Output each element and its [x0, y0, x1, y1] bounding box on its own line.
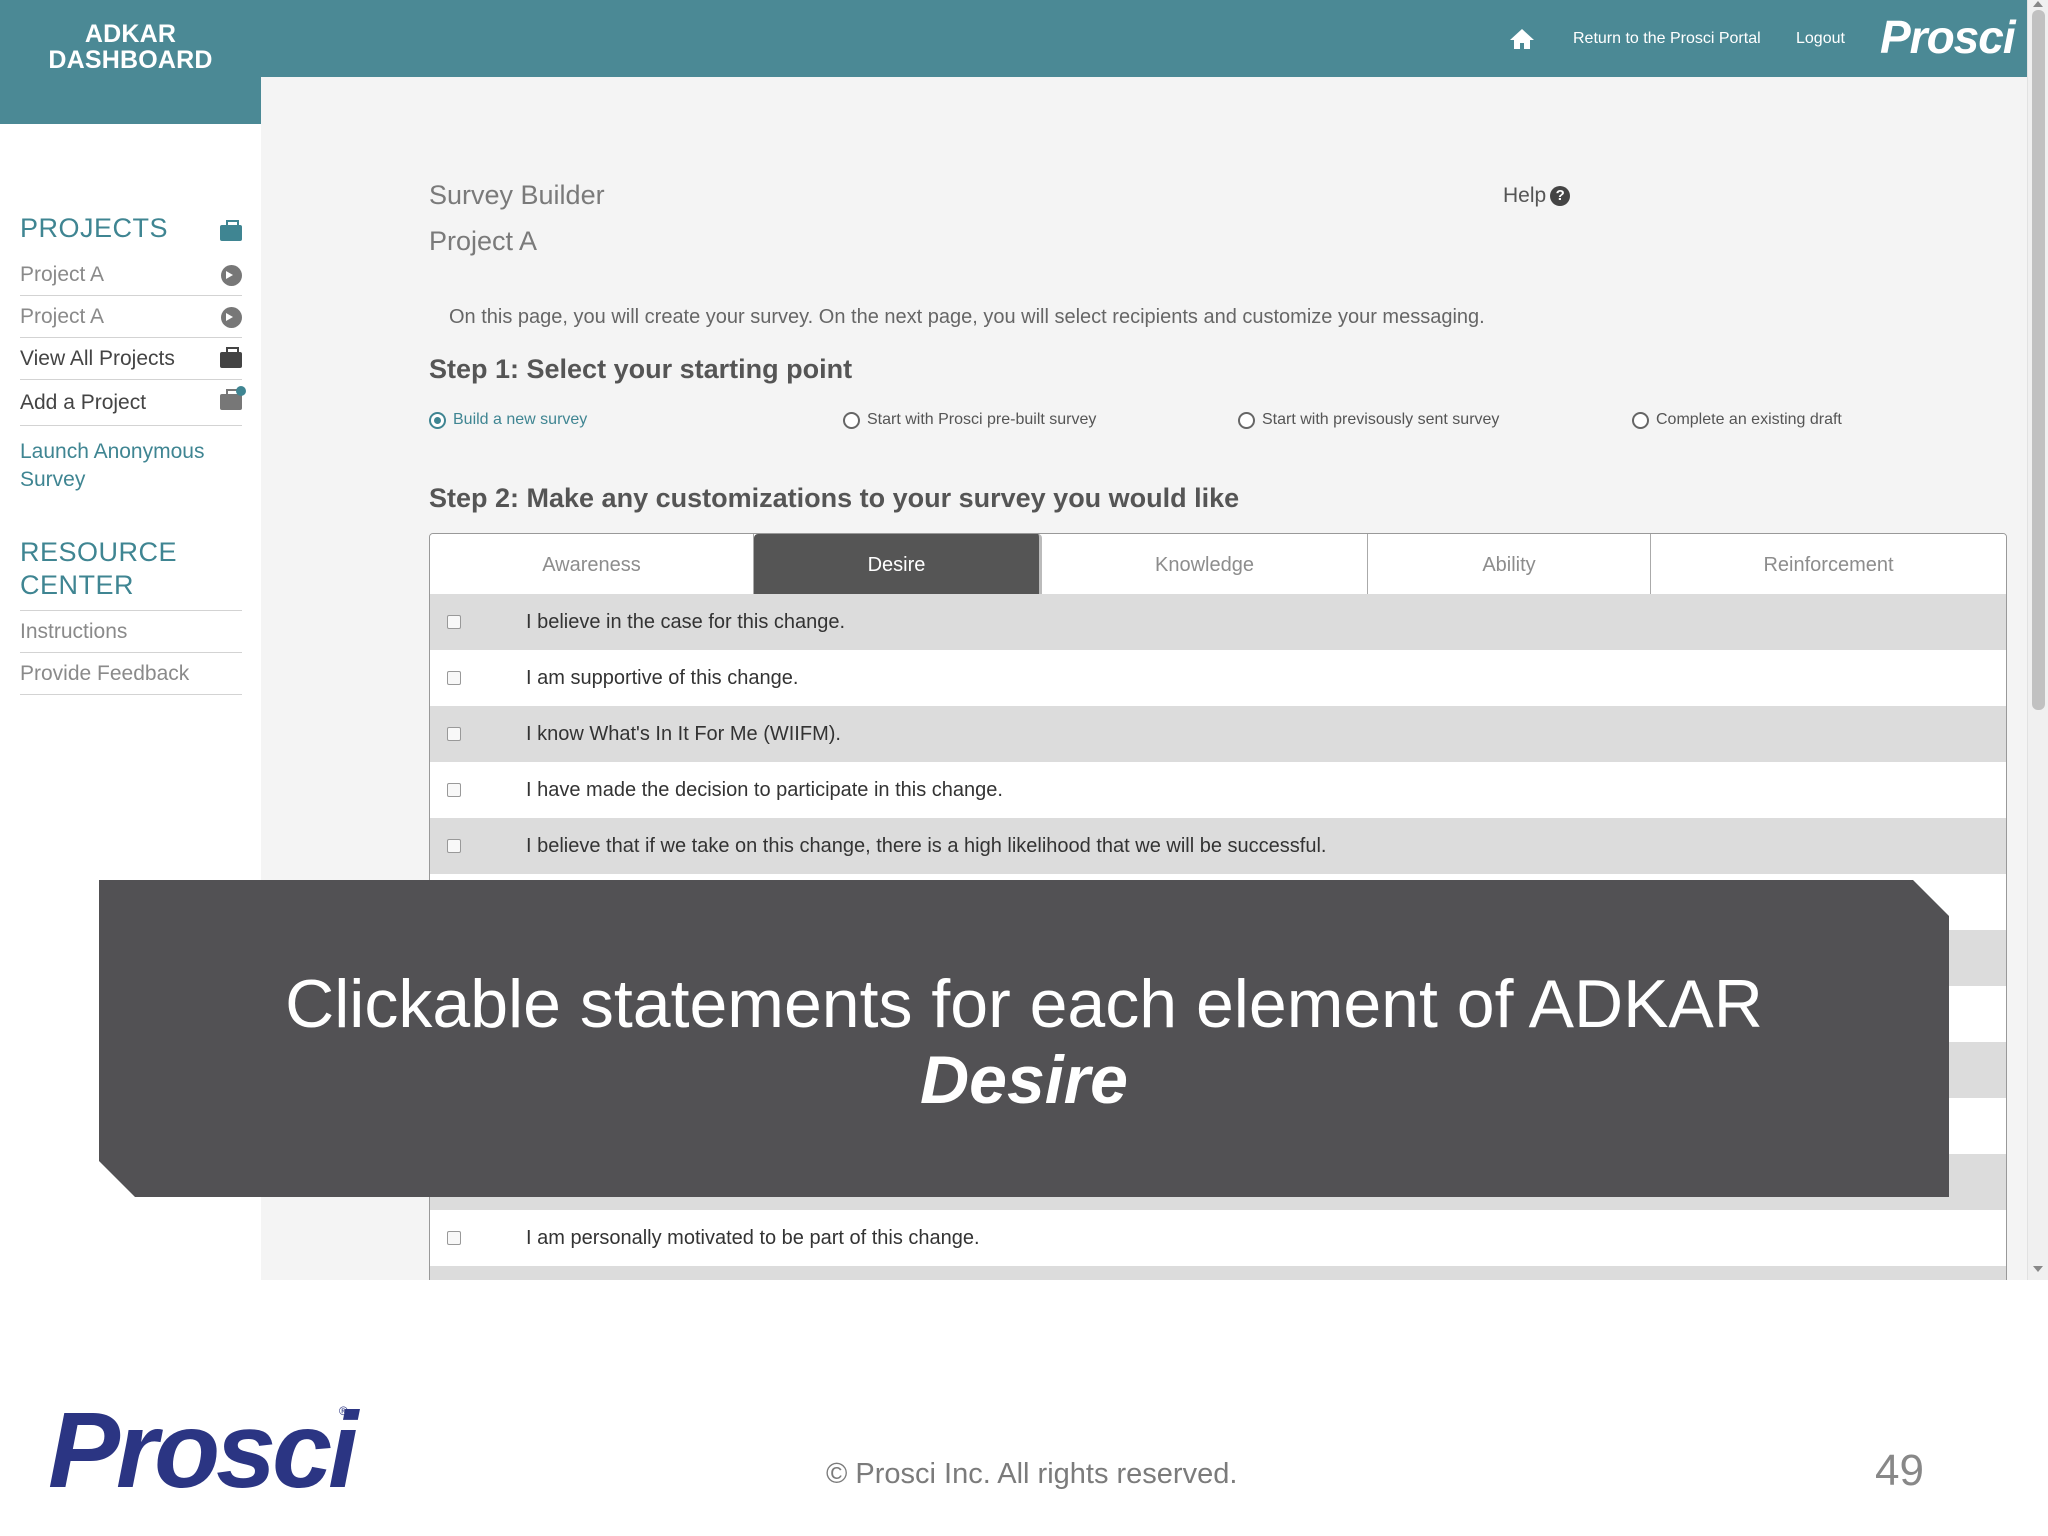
launch-anonymous-survey-link[interactable]: Launch Anonymous Survey: [20, 438, 242, 494]
tab-desire[interactable]: Desire: [754, 534, 1042, 594]
return-to-portal-link[interactable]: Return to the Prosci Portal: [1573, 0, 1761, 77]
sidebar-item-project-a-2[interactable]: Project A: [20, 296, 242, 338]
sidebar-item-label: Project A: [20, 263, 105, 286]
projects-heading-text: PROJECTS: [20, 213, 169, 243]
sidebar-item-label: Instructions: [20, 620, 128, 643]
registered-mark: ®: [339, 1404, 348, 1418]
briefcase-icon: [220, 220, 242, 241]
statement-text: I believe that if we take on this change…: [526, 834, 1327, 857]
statement-text: I know What's In It For Me (WIIFM).: [526, 722, 841, 745]
sidebar-item-add-project[interactable]: Add a Project: [20, 380, 246, 426]
statement-checkbox[interactable]: [447, 615, 461, 629]
sidebar-item-label: View All Projects: [20, 347, 175, 370]
adkar-tabs: Awareness Desire Knowledge Ability Reinf…: [430, 534, 2006, 594]
logout-link[interactable]: Logout: [1796, 0, 1845, 77]
radio-previously-sent-survey[interactable]: Start with previsously sent survey: [1238, 411, 1499, 429]
step-2-title: Step 2: Make any customizations to your …: [429, 483, 1240, 513]
circle-arrow-icon[interactable]: [221, 307, 242, 328]
statement-row[interactable]: I am supportive of this change.: [430, 650, 2006, 706]
radio-build-new-survey[interactable]: Build a new survey: [429, 411, 587, 429]
statement-checkbox[interactable]: [447, 839, 461, 853]
page-scrollbar[interactable]: [2027, 0, 2048, 1280]
resource-center-heading: RESOURCE CENTER: [20, 536, 242, 611]
sidebar-item-view-all-projects[interactable]: View All Projects: [20, 338, 242, 380]
radio-label: Start with Prosci pre-built survey: [867, 411, 1097, 428]
top-bar: Return to the Prosci Portal Logout Prosc…: [0, 0, 2027, 77]
sidebar-item-label: Add a Project: [20, 391, 147, 414]
tab-ability[interactable]: Ability: [1368, 534, 1651, 594]
statement-row[interactable]: I believe that if we take on this change…: [430, 818, 2006, 874]
statement-checkbox[interactable]: [447, 727, 461, 741]
briefcase-plus-icon: [220, 386, 246, 410]
brand-line-1: ADKAR: [84, 20, 177, 48]
briefcase-icon: [220, 347, 242, 368]
slide: Return to the Prosci Portal Logout Prosc…: [0, 0, 2048, 1536]
callout-line-1: Clickable statements for each element of…: [285, 966, 1763, 1042]
project-name: Project A: [429, 226, 538, 256]
question-circle-icon: ?: [1550, 186, 1571, 206]
statement-checkbox[interactable]: [447, 1231, 461, 1245]
radio-icon[interactable]: [1632, 411, 1649, 429]
radio-icon[interactable]: [1238, 411, 1255, 429]
scroll-up-arrow-icon[interactable]: [2033, 1, 2043, 7]
help-link[interactable]: Help ?: [1503, 184, 1571, 208]
circle-arrow-icon[interactable]: [221, 265, 242, 286]
radio-existing-draft[interactable]: Complete an existing draft: [1632, 411, 1842, 429]
sidebar-item-label: Provide Feedback: [20, 662, 190, 685]
brand-line-2: DASHBOARD: [48, 46, 213, 74]
intro-text: On this page, you will create your surve…: [449, 306, 1485, 328]
prosci-logo-header: Prosci: [1880, 11, 2016, 63]
resource-heading-line-1: RESOURCE: [20, 537, 178, 567]
radio-label: Build a new survey: [453, 411, 588, 428]
callout-line-2: Desire: [920, 1042, 1128, 1118]
sidebar-item-instructions[interactable]: Instructions: [20, 611, 242, 653]
dashboard-brand[interactable]: ADKAR DASHBOARD: [0, 0, 261, 124]
step-1-title: Step 1: Select your starting point: [429, 354, 853, 384]
scroll-thumb[interactable]: [2032, 10, 2045, 710]
radio-icon[interactable]: [843, 411, 860, 429]
sidebar-item-label: Project A: [20, 305, 105, 328]
statement-text: I have made the decision to participate …: [526, 778, 1003, 801]
sidebar-item-provide-feedback[interactable]: Provide Feedback: [20, 653, 242, 695]
statement-text: I am supportive of this change.: [526, 666, 799, 689]
statement-checkbox[interactable]: [447, 671, 461, 685]
help-label: Help: [1503, 184, 1547, 207]
page-title: Survey Builder: [429, 180, 605, 210]
copyright-text: © Prosci Inc. All rights reserved.: [826, 1458, 1238, 1490]
prosci-logo-footer: Prosci: [48, 1389, 358, 1510]
statement-row[interactable]: I have made the decision to participate …: [430, 762, 2006, 818]
projects-heading: PROJECTS: [20, 212, 168, 245]
radio-label: Complete an existing draft: [1656, 411, 1842, 428]
statement-text: I am personally motivated to be part of …: [526, 1226, 980, 1249]
tab-knowledge[interactable]: Knowledge: [1042, 534, 1368, 594]
statement-text: I believe in the case for this change.: [526, 610, 846, 633]
tab-reinforcement[interactable]: Reinforcement: [1651, 534, 2006, 594]
scroll-down-arrow-icon[interactable]: [2033, 1266, 2043, 1272]
radio-label: Start with previsously sent survey: [1262, 411, 1500, 428]
radio-prosci-prebuilt-survey[interactable]: Start with Prosci pre-built survey: [843, 411, 1096, 429]
sidebar-item-project-a-1[interactable]: Project A: [20, 254, 242, 296]
page-number: 49: [1875, 1446, 1924, 1495]
home-icon[interactable]: [1508, 0, 1536, 77]
callout-banner: Clickable statements for each element of…: [99, 880, 1949, 1197]
statement-row[interactable]: I am personally motivated to be part of …: [430, 1210, 2006, 1266]
statement-row[interactable]: I believe in the case for this change.: [430, 594, 2006, 650]
statement-row[interactable]: [430, 1266, 2006, 1280]
resource-heading-line-2: CENTER: [20, 570, 135, 600]
tab-awareness[interactable]: Awareness: [430, 534, 754, 594]
statement-row[interactable]: I know What's In It For Me (WIIFM).: [430, 706, 2006, 762]
statement-checkbox[interactable]: [447, 783, 461, 797]
radio-selected-icon[interactable]: [429, 411, 446, 429]
